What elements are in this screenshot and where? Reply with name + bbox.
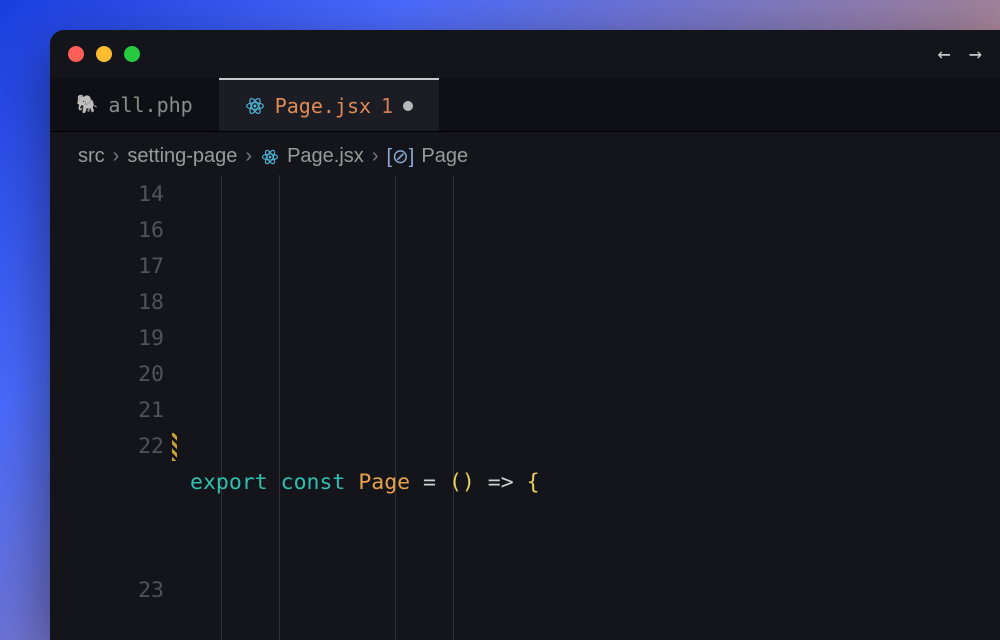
line-number: 19 bbox=[50, 321, 164, 357]
breadcrumb-segment[interactable]: src bbox=[78, 145, 105, 168]
line-number: 21 bbox=[50, 393, 164, 429]
nav-back-button[interactable]: ← bbox=[938, 42, 951, 67]
nav-arrows: ← → bbox=[938, 42, 983, 67]
tab-problems-badge: 1 bbox=[381, 94, 393, 118]
line-number bbox=[50, 501, 164, 537]
breadcrumb[interactable]: src › setting-page › Page.jsx › [⊘] Page bbox=[50, 132, 1000, 175]
line-number: 22 bbox=[50, 429, 164, 465]
line-number: 14 bbox=[50, 177, 164, 213]
code-editor[interactable]: 14 16 17 18 19 20 21 22 23 export const … bbox=[50, 175, 1000, 640]
unsaved-indicator-icon bbox=[403, 101, 413, 111]
breadcrumb-segment[interactable]: Page.jsx bbox=[260, 145, 364, 168]
tab-page-jsx[interactable]: Page.jsx 1 bbox=[219, 78, 439, 131]
react-icon bbox=[260, 147, 280, 167]
window-controls bbox=[68, 46, 140, 62]
editor-window: ← → 🐘 all.php Page.jsx 1 src › setting-p… bbox=[50, 30, 1000, 640]
tab-label: Page.jsx bbox=[275, 94, 371, 118]
breadcrumb-segment[interactable]: [⊘] Page bbox=[386, 144, 468, 169]
code-line[interactable]: export const Page = () => { bbox=[190, 465, 1000, 501]
maximize-window-button[interactable] bbox=[124, 46, 140, 62]
code-line[interactable] bbox=[190, 609, 1000, 640]
nav-forward-button[interactable]: → bbox=[969, 42, 982, 67]
react-icon bbox=[245, 96, 265, 116]
tab-all-php[interactable]: 🐘 all.php bbox=[50, 78, 219, 131]
minimize-window-button[interactable] bbox=[96, 46, 112, 62]
code-area[interactable]: export const Page = () => { return ( <Ta… bbox=[190, 175, 1000, 640]
close-window-button[interactable] bbox=[68, 46, 84, 62]
tab-label: all.php bbox=[108, 93, 192, 117]
line-number: 18 bbox=[50, 285, 164, 321]
line-number: 23 bbox=[50, 573, 164, 609]
chevron-right-icon: › bbox=[372, 145, 379, 168]
line-number bbox=[50, 465, 164, 501]
chevron-right-icon: › bbox=[113, 145, 120, 168]
line-number-gutter: 14 16 17 18 19 20 21 22 23 bbox=[50, 175, 190, 640]
tab-strip: 🐘 all.php Page.jsx 1 bbox=[50, 78, 1000, 132]
line-number bbox=[50, 537, 164, 573]
php-icon: 🐘 bbox=[76, 94, 98, 115]
line-number: 20 bbox=[50, 357, 164, 393]
titlebar: ← → bbox=[50, 30, 1000, 78]
breadcrumb-segment[interactable]: setting-page bbox=[127, 145, 237, 168]
chevron-right-icon: › bbox=[245, 145, 252, 168]
line-number: 16 bbox=[50, 213, 164, 249]
line-number: 17 bbox=[50, 249, 164, 285]
variable-symbol-icon: [⊘] bbox=[386, 144, 414, 169]
